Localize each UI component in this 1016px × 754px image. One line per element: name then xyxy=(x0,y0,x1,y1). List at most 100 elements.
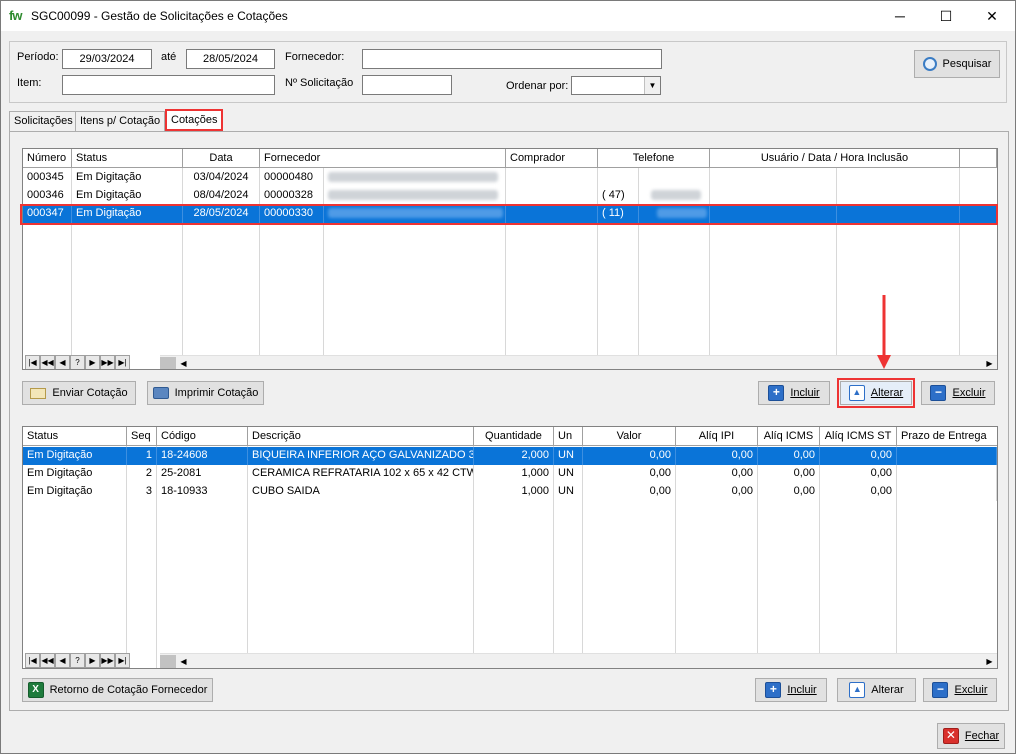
scroll-thumb[interactable] xyxy=(160,357,176,369)
quote-data: 03/04/2024 xyxy=(183,169,260,187)
title-bar: fw SGC00099 - Gestão de Solicitações e C… xyxy=(1,1,1015,31)
quotes-hscrollbar[interactable]: ◀ ▶ xyxy=(160,355,997,369)
nav-help-icon[interactable]: ? xyxy=(70,653,85,668)
col-quantidade[interactable]: Quantidade xyxy=(474,427,554,446)
nav-next-page-icon[interactable]: ▶▶ xyxy=(100,355,115,369)
nav-next-icon[interactable]: ▶ xyxy=(85,653,100,668)
scroll-left-icon[interactable]: ◀ xyxy=(176,356,191,369)
item-seq: 2 xyxy=(127,465,157,483)
excel-icon: X xyxy=(27,682,44,698)
close-button[interactable]: ✕ xyxy=(969,1,1015,31)
quote-row[interactable]: 000345 Em Digitação 03/04/2024 00000480 xyxy=(23,169,506,187)
nav-last-icon[interactable]: ▶| xyxy=(115,355,130,369)
item-prazo xyxy=(897,447,997,465)
nav-first-icon[interactable]: |◀ xyxy=(25,653,40,668)
quote-numero: 000345 xyxy=(23,169,72,187)
fornecedor-field[interactable] xyxy=(362,49,662,69)
col-prazo-entrega[interactable]: Prazo de Entrega xyxy=(897,427,997,446)
quote-telefone-redacted xyxy=(639,187,710,205)
plus-icon: + xyxy=(768,385,785,401)
minus-icon: − xyxy=(932,682,949,698)
col-valor[interactable]: Valor xyxy=(583,427,676,446)
col-seq[interactable]: Seq xyxy=(127,427,157,446)
col-telefone[interactable]: Telefone xyxy=(598,149,710,168)
items-grid[interactable]: Status Seq Código Descrição Quantidade U… xyxy=(22,426,998,669)
col-aliq-ipi[interactable]: Alíq IPI xyxy=(676,427,758,446)
col-codigo[interactable]: Código xyxy=(157,427,248,446)
nav-first-icon[interactable]: |◀ xyxy=(25,355,40,369)
enviar-cotacao-button[interactable]: Enviar Cotação xyxy=(22,381,136,405)
col-fornecedor[interactable]: Fornecedor xyxy=(260,149,506,168)
col-comprador[interactable]: Comprador xyxy=(506,149,598,168)
quote-excluir-button[interactable]: − Excluir xyxy=(921,381,995,405)
tab-itens-cotacao[interactable]: Itens p/ Cotação xyxy=(75,111,166,131)
scroll-left-icon[interactable]: ◀ xyxy=(176,654,191,668)
item-icms-st: 0,00 xyxy=(820,465,897,483)
quote-fornecedor: 00000480 xyxy=(260,169,324,187)
quote-row-selected[interactable]: 000347 Em Digitação 28/05/2024 00000330 … xyxy=(23,205,997,223)
pesquisar-label: Pesquisar xyxy=(942,58,992,70)
item-incluir-button[interactable]: + Incluir xyxy=(755,678,827,702)
periodo-from-field[interactable]: 29/03/2024 xyxy=(62,49,152,69)
maximize-button[interactable]: ☐ xyxy=(923,1,969,31)
item-icms: 0,00 xyxy=(758,483,820,501)
item-row[interactable]: Em Digitação 3 18-10933 CUBO SAIDA 1,000… xyxy=(23,483,997,501)
item-prazo xyxy=(897,465,997,483)
periodo-to-field[interactable]: 28/05/2024 xyxy=(186,49,275,69)
item-seq: 3 xyxy=(127,483,157,501)
imprimir-cotacao-button[interactable]: Imprimir Cotação xyxy=(147,381,264,405)
pesquisar-button[interactable]: Pesquisar xyxy=(914,50,1000,78)
main-window: fw SGC00099 - Gestão de Solicitações e C… xyxy=(0,0,1016,754)
item-excluir-button[interactable]: − Excluir xyxy=(923,678,997,702)
ordenar-select[interactable]: ▼ xyxy=(571,76,661,95)
quote-incluir-button[interactable]: + Incluir xyxy=(758,381,830,405)
item-row[interactable]: Em Digitação 2 25-2081 CERAMICA REFRATAR… xyxy=(23,465,997,483)
col-aliq-icms[interactable]: Alíq ICMS xyxy=(758,427,820,446)
col-item-status[interactable]: Status xyxy=(23,427,127,446)
nav-next-icon[interactable]: ▶ xyxy=(85,355,100,369)
item-quantidade: 1,000 xyxy=(474,483,554,501)
chevron-down-icon[interactable]: ▼ xyxy=(644,77,660,94)
nav-last-icon[interactable]: ▶| xyxy=(115,653,130,668)
scroll-right-icon[interactable]: ▶ xyxy=(982,356,997,369)
retorno-cotacao-button[interactable]: X Retorno de Cotação Fornecedor xyxy=(22,678,213,702)
quote-alterar-button[interactable]: ▲ Alterar xyxy=(840,381,912,405)
nav-next-page-icon[interactable]: ▶▶ xyxy=(100,653,115,668)
nav-prior-icon[interactable]: ◀ xyxy=(55,653,70,668)
item-status: Em Digitação xyxy=(23,465,127,483)
col-aliq-icms-st[interactable]: Alíq ICMS ST xyxy=(820,427,897,446)
fechar-button[interactable]: ✕ Fechar xyxy=(937,723,1005,749)
nav-prior-page-icon[interactable]: ◀◀ xyxy=(40,653,55,668)
quote-status: Em Digitação xyxy=(72,169,183,187)
minimize-button[interactable]: ─ xyxy=(877,1,923,31)
col-usuario[interactable]: Usuário / Data / Hora Inclusão xyxy=(710,149,960,168)
item-field[interactable] xyxy=(62,75,275,95)
tab-cotacoes[interactable]: Cotações xyxy=(165,109,224,131)
scroll-thumb[interactable] xyxy=(160,655,176,668)
close-x-icon: ✕ xyxy=(942,728,959,744)
quote-row[interactable]: 000346 Em Digitação 08/04/2024 00000328 … xyxy=(23,187,710,205)
quote-fornecedor-name-redacted xyxy=(324,205,506,223)
imprimir-cotacao-label: Imprimir Cotação xyxy=(174,387,259,399)
scroll-right-icon[interactable]: ▶ xyxy=(982,654,997,668)
quote-telefone-ddd: ( 47) xyxy=(598,187,639,205)
item-alterar-button[interactable]: ▲ Alterar xyxy=(837,678,916,702)
nav-prior-page-icon[interactable]: ◀◀ xyxy=(40,355,55,369)
quotes-grid[interactable]: Número Status Data Fornecedor Comprador … xyxy=(22,148,998,370)
item-descricao: CUBO SAIDA xyxy=(248,483,474,501)
col-un[interactable]: Un xyxy=(554,427,583,446)
tab-solicitacoes[interactable]: Solicitações xyxy=(9,111,78,131)
nsolicitacao-field[interactable] xyxy=(362,75,452,95)
nav-help-icon[interactable]: ? xyxy=(70,355,85,369)
col-data[interactable]: Data xyxy=(183,149,260,168)
nav-prior-icon[interactable]: ◀ xyxy=(55,355,70,369)
quote-fornecedor: 00000328 xyxy=(260,187,324,205)
col-descricao[interactable]: Descrição xyxy=(248,427,474,446)
col-numero[interactable]: Número xyxy=(23,149,72,168)
periodo-label: Período: xyxy=(17,51,59,63)
item-row-selected[interactable]: Em Digitação 1 18-24608 BIQUEIRA INFERIO… xyxy=(23,447,997,465)
triangle-up-icon: ▲ xyxy=(848,385,865,401)
items-hscrollbar[interactable]: ◀ ▶ xyxy=(160,653,997,668)
col-status[interactable]: Status xyxy=(72,149,183,168)
item-label: Item: xyxy=(17,77,42,89)
